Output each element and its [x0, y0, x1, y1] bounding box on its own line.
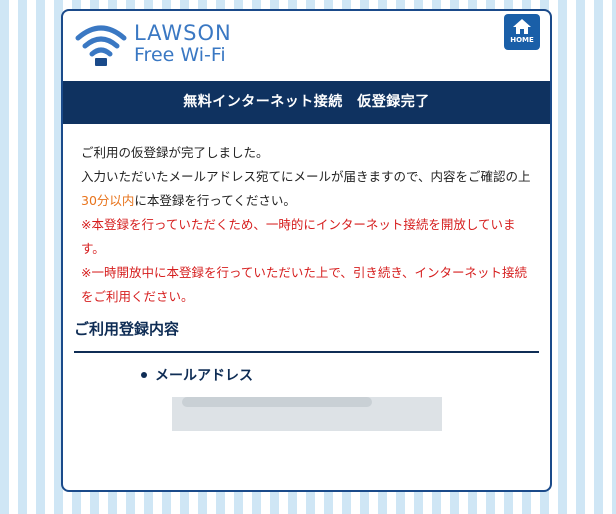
wifi-logo-icon [75, 20, 127, 72]
home-icon [513, 19, 531, 34]
redacted-email [182, 397, 372, 407]
warning-note-2: ※一時開放中に本登録を行っていただいた上で、引き続き、インターネット接続をご利用… [81, 265, 527, 304]
email-label-text: メールアドレス [155, 368, 253, 384]
email-value [172, 397, 442, 431]
home-label: HOME [510, 36, 534, 44]
brand-logo: LAWSON Free Wi-Fi [134, 23, 232, 65]
warning-note-1: ※本登録を行っていただくため、一時的にインターネット接続を開放しています。 [81, 217, 516, 256]
section-title: ご利用登録内容 [74, 318, 539, 353]
message-text: 入力いただいたメールアドレス宛てにメールが届きますので、内容をご確認の上 [81, 169, 531, 184]
completion-message: ご利用の仮登録が完了しました。 入力いただいたメールアドレス宛てにメールが届きま… [63, 124, 550, 309]
header: LAWSON Free Wi-Fi HOME [63, 11, 550, 81]
brand-name: LAWSON [134, 21, 232, 45]
message-line: ご利用の仮登録が完了しました。 [81, 145, 269, 160]
bullet-icon [141, 372, 147, 378]
message-instruction: 入力いただいたメールアドレス宛てにメールが届きますので、内容をご確認の上 30分以… [81, 165, 532, 213]
home-button[interactable]: HOME [504, 14, 540, 50]
registration-card: LAWSON Free Wi-Fi HOME 無料インターネット接続 仮登録完了… [61, 9, 552, 492]
registration-fields: メールアドレス [63, 353, 550, 431]
time-limit: 30分以内 [81, 193, 135, 208]
email-field-label: メールアドレス [141, 365, 550, 385]
page-title: 無料インターネット接続 仮登録完了 [63, 81, 550, 124]
message-text-end: に本登録を行ってください。 [134, 193, 296, 208]
brand-subtitle: Free Wi-Fi [134, 44, 226, 66]
